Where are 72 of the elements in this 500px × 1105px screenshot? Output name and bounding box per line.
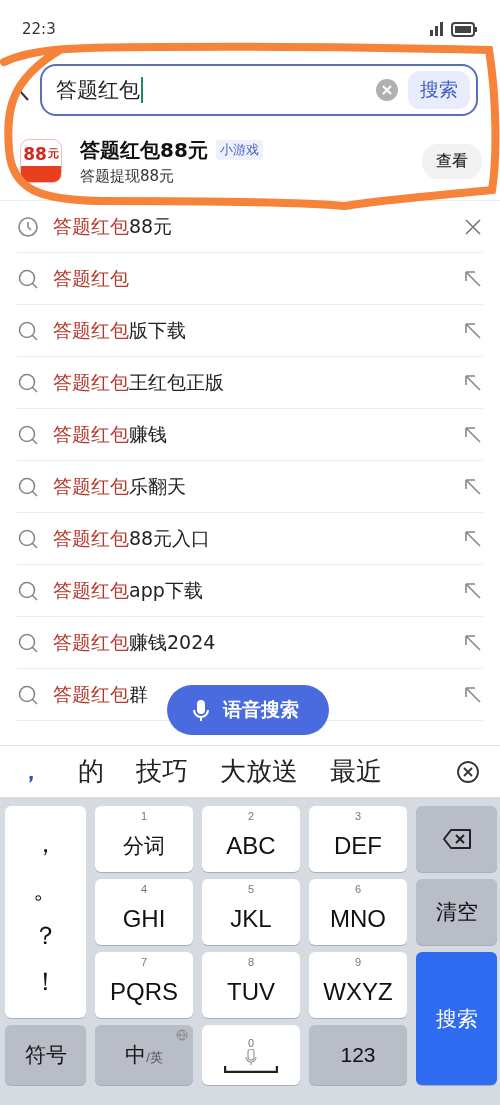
search-icon — [17, 475, 39, 498]
search-icon — [17, 319, 39, 342]
game-subtitle: 答题提现88元 — [80, 166, 176, 186]
letter-key[interactable]: 6 MNO — [309, 879, 407, 945]
clock-icon — [17, 215, 39, 238]
search-icon — [17, 267, 39, 290]
battery-icon — [451, 20, 478, 38]
fill-arrow-icon[interactable] — [463, 580, 483, 601]
backspace-key[interactable] — [416, 806, 497, 872]
suggestion-text[interactable]: 答题红包赚钱2024 — [53, 629, 449, 656]
suggestion-text[interactable]: 答题红包 — [53, 265, 449, 292]
search-icon — [17, 579, 39, 602]
punctuation-key[interactable]: 。 — [33, 872, 58, 906]
suggestion-text[interactable]: 答题红包版下载 — [53, 317, 449, 344]
space-key[interactable]: 0 — [202, 1025, 300, 1085]
letter-key[interactable]: 7 PQRS — [95, 952, 193, 1018]
letter-key[interactable]: 5 JKL — [202, 879, 300, 945]
punctuation-key[interactable]: ！ — [33, 964, 58, 998]
language-key[interactable]: 中/英 — [95, 1025, 193, 1085]
clear-icon[interactable] — [376, 79, 398, 101]
letter-key[interactable]: 9 WXYZ — [309, 952, 407, 1018]
letter-key[interactable]: 3 DEF — [309, 806, 407, 872]
voice-search-button[interactable]: 语音搜索 — [167, 685, 329, 735]
backspace-icon — [441, 827, 472, 851]
fill-arrow-icon[interactable] — [463, 268, 483, 289]
search-icon — [17, 423, 39, 446]
status-time: 22:3 — [22, 20, 56, 38]
close-icon[interactable] — [456, 759, 480, 784]
search-icon — [17, 527, 39, 550]
fill-arrow-icon[interactable] — [463, 684, 483, 705]
candidate-word[interactable]: 最近 — [330, 754, 382, 789]
fill-arrow-icon[interactable] — [463, 528, 483, 549]
suggestion-text[interactable]: 答题红包88元 — [53, 213, 449, 240]
candidate-punctuation[interactable]: ， — [20, 756, 78, 787]
search-icon — [17, 683, 39, 706]
signal-icon — [430, 22, 443, 36]
function-key[interactable]: 清空 — [416, 879, 497, 945]
microphone-icon — [191, 698, 211, 722]
function-key[interactable]: 123 — [309, 1025, 407, 1085]
function-key[interactable]: 符号 — [5, 1025, 86, 1085]
letter-key[interactable]: 4 GHI — [95, 879, 193, 945]
candidate-word[interactable]: 技巧 — [136, 754, 188, 789]
candidate-word[interactable]: 的 — [78, 754, 104, 789]
fill-arrow-icon[interactable] — [463, 632, 483, 653]
view-button[interactable]: 查看 — [422, 143, 482, 179]
search-icon — [17, 631, 39, 654]
letter-key[interactable]: 8 TUV — [202, 952, 300, 1018]
search-field[interactable]: 答题红包 搜索 — [40, 64, 478, 116]
punctuation-key[interactable]: ， — [33, 826, 58, 860]
candidate-word[interactable]: 大放送 — [220, 754, 298, 789]
delete-icon[interactable] — [463, 216, 483, 237]
fill-arrow-icon[interactable] — [463, 424, 483, 445]
search-key[interactable]: 搜索 — [416, 952, 497, 1085]
fill-arrow-icon[interactable] — [463, 372, 483, 393]
search-button[interactable]: 搜索 — [408, 71, 470, 109]
suggestion-text[interactable]: 答题红包app下载 — [53, 577, 449, 604]
suggestion-text[interactable]: 答题红包88元入口 — [53, 525, 449, 552]
letter-key[interactable]: 2 ABC — [202, 806, 300, 872]
punctuation-key[interactable]: ？ — [33, 918, 58, 952]
letter-key[interactable]: 1 分词 — [95, 806, 193, 872]
microphone-icon — [245, 1049, 257, 1065]
fill-arrow-icon[interactable] — [463, 320, 483, 341]
suggestion-text[interactable]: 答题红包王红包正版 — [53, 369, 449, 396]
search-icon — [17, 371, 39, 394]
suggestion-text[interactable]: 答题红包赚钱 — [53, 421, 449, 448]
fill-arrow-icon[interactable] — [463, 476, 483, 497]
globe-icon — [176, 1029, 188, 1041]
game-title: 答题红包88元 — [80, 136, 208, 164]
search-text: 答题红包 — [56, 77, 140, 104]
game-tag: 小游戏 — [215, 140, 263, 160]
space-bar-icon — [224, 1065, 278, 1073]
suggestion-text[interactable]: 答题红包乐翻天 — [53, 473, 449, 500]
